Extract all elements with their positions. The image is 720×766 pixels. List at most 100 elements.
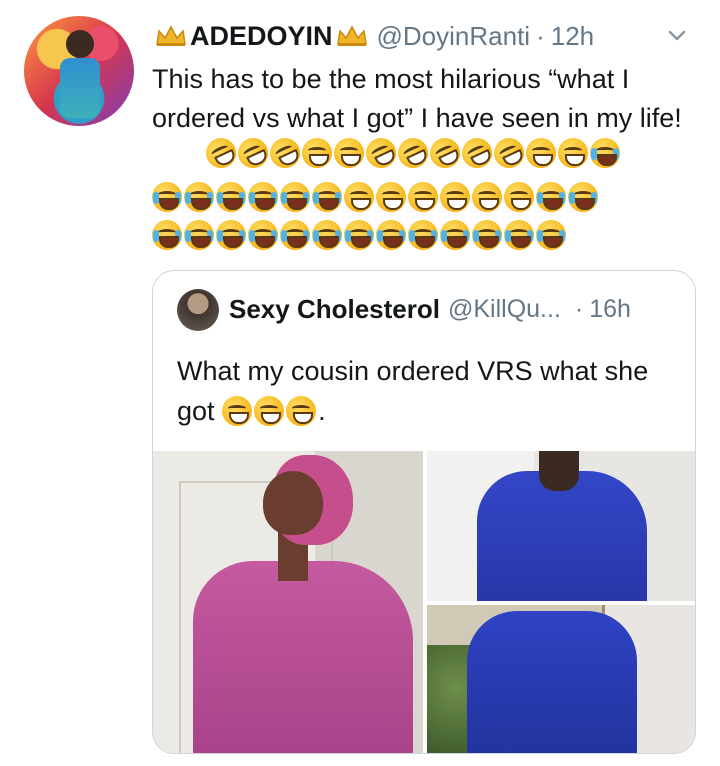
grin-sweat-emoji	[558, 138, 588, 168]
tear	[175, 192, 181, 204]
quoted-tweet-timestamp[interactable]: 16h	[589, 295, 631, 324]
pink-dress-photo[interactable]	[153, 451, 423, 753]
cry-emoji	[536, 220, 566, 250]
tear	[303, 230, 309, 242]
tear	[527, 230, 533, 242]
rofl-emoji	[425, 133, 465, 173]
quoted-emojis	[222, 396, 318, 426]
tear	[185, 192, 191, 204]
rofl-emoji	[393, 133, 433, 173]
tear	[367, 230, 373, 242]
tear	[431, 230, 437, 242]
tear	[591, 192, 597, 204]
wearer-neck	[539, 451, 579, 491]
tear	[217, 230, 223, 242]
cry-emoji	[590, 138, 620, 168]
tear	[217, 192, 223, 204]
tear	[281, 192, 287, 204]
tear	[313, 230, 319, 242]
quoted-tweet[interactable]: Sexy Cholesterol @KillQu... · 16h What m…	[152, 270, 696, 754]
cry-emoji	[248, 182, 278, 212]
tear	[463, 230, 469, 242]
blue-dress-back-photo[interactable]	[427, 605, 695, 753]
cry-emoji	[184, 182, 214, 212]
cry-emoji	[216, 220, 246, 250]
separator-dot: ·	[536, 20, 545, 51]
grin-sweat-emoji	[408, 182, 438, 212]
crown-icon	[336, 25, 367, 46]
cry-emoji	[312, 182, 342, 212]
grin-sweat-emoji	[334, 138, 364, 168]
tear	[207, 230, 213, 242]
rofl-emoji	[265, 133, 305, 173]
pink-dress	[193, 561, 413, 753]
grin-sweat-emoji	[472, 182, 502, 212]
blue-dress-front-photo[interactable]	[427, 451, 695, 601]
cry-emoji	[280, 182, 310, 212]
cry-emoji	[344, 220, 374, 250]
tear	[399, 230, 405, 242]
quoted-author-handle[interactable]: @KillQu...	[448, 295, 561, 324]
cry-emoji	[536, 182, 566, 212]
separator-dot: ·	[574, 294, 584, 323]
cry-emoji	[472, 220, 502, 250]
tear	[613, 148, 619, 160]
cry-emoji	[568, 182, 598, 212]
quoted-tweet-header: Sexy Cholesterol @KillQu... · 16h	[229, 291, 679, 327]
tear	[281, 230, 287, 242]
tweet-timestamp[interactable]: 12h	[551, 21, 594, 52]
tear	[537, 192, 543, 204]
rofl-emoji	[233, 133, 273, 173]
tear	[345, 230, 351, 242]
author-name[interactable]: ADEDOYIN	[190, 21, 333, 52]
grin-sweat-emoji	[440, 182, 470, 212]
crown-icon	[156, 25, 186, 46]
tear	[559, 192, 565, 204]
tear	[153, 230, 159, 242]
author-handle[interactable]: @DoyinRanti	[377, 21, 531, 52]
tear	[313, 192, 319, 204]
model-face	[263, 471, 323, 535]
emoji-row	[201, 133, 620, 173]
tear	[537, 230, 543, 242]
cry-emoji	[184, 220, 214, 250]
quoted-tweet-text: What my cousin ordered VRS what she got …	[177, 351, 677, 431]
grin-sweat-emoji	[526, 138, 556, 168]
tear	[505, 230, 511, 242]
avatar-dress	[60, 58, 100, 118]
tear	[495, 230, 501, 242]
tear	[559, 230, 565, 242]
quoted-author-name[interactable]: Sexy Cholesterol	[229, 294, 440, 325]
cry-emoji	[376, 220, 406, 250]
cry-emoji	[152, 182, 182, 212]
grin-sweat-emoji	[376, 182, 406, 212]
cry-emoji	[248, 220, 278, 250]
tear	[271, 230, 277, 242]
grin-sweat-emoji	[302, 138, 332, 168]
quoted-author-avatar[interactable]	[177, 289, 219, 331]
tear	[207, 192, 213, 204]
author-avatar[interactable]	[24, 16, 134, 126]
grin-sweat-emoji	[222, 396, 253, 426]
chevron-down-icon[interactable]	[666, 24, 688, 46]
rofl-emoji	[361, 133, 401, 173]
tear	[377, 230, 383, 242]
rofl-emoji	[489, 133, 529, 173]
tear	[185, 230, 191, 242]
tear	[239, 230, 245, 242]
quoted-trailing-period: .	[318, 396, 326, 426]
tear	[335, 192, 341, 204]
tear	[409, 230, 415, 242]
emoji-row	[152, 220, 566, 250]
tear	[271, 192, 277, 204]
tear	[591, 148, 597, 160]
tweet-header: ADEDOYIN @DoyinRanti · 12h	[152, 18, 702, 54]
cry-emoji	[152, 220, 182, 250]
grin-sweat-emoji	[254, 396, 285, 426]
tear	[441, 230, 447, 242]
blue-dress-back	[467, 611, 637, 753]
tear	[175, 230, 181, 242]
cry-emoji	[280, 220, 310, 250]
cry-emoji	[312, 220, 342, 250]
tear	[153, 192, 159, 204]
